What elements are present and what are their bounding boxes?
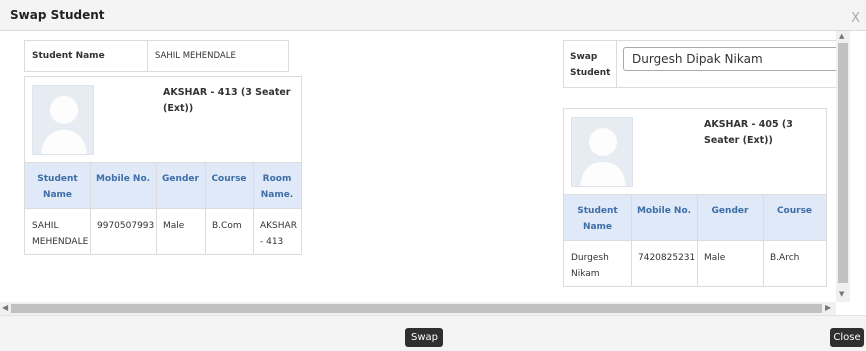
row-course: B.Arch — [770, 253, 800, 263]
room-title-cont: (Ext)) — [163, 103, 194, 114]
room-title-cont: Seater (Ext)) — [704, 135, 773, 146]
col-course: Course — [776, 206, 813, 216]
col-gender: Gender — [711, 206, 749, 216]
horizontal-scroll-thumb[interactable] — [11, 304, 822, 313]
row-name-2: Nikam — [571, 269, 600, 279]
student-name-label: Student Name — [32, 51, 105, 61]
col-student-name-2: Name — [42, 190, 73, 200]
horizontal-scrollbar[interactable]: ◀ ▶ — [0, 302, 836, 315]
col-student-name: Student — [37, 174, 78, 184]
scroll-down-icon[interactable]: ▼ — [839, 290, 844, 298]
swap-student-select[interactable]: Durgesh Dipak Nikam — [623, 47, 836, 71]
swap-student-dialog: Swap Student X Student Name SAHIL MEHEND… — [0, 0, 866, 351]
col-gender: Gender — [162, 174, 199, 184]
vertical-scrollbar[interactable]: ▲ ▼ — [836, 31, 850, 302]
col-student-name-2: Name — [582, 222, 613, 232]
row-mobile: 7420825231 — [638, 253, 696, 263]
scroll-up-icon[interactable]: ▲ — [839, 32, 844, 40]
room-title: AKSHAR - 405 (3 — [704, 119, 793, 130]
dialog-titlebar: Swap Student X — [0, 0, 866, 31]
row-gender: Male — [163, 221, 185, 231]
col-course: Course — [211, 174, 247, 184]
vertical-scroll-thumb[interactable] — [838, 43, 848, 283]
row-name-2: MEHENDALE — [32, 237, 89, 247]
row-room: AKSHAR — [260, 221, 297, 231]
col-mobile: Mobile No. — [636, 206, 692, 216]
col-mobile: Mobile No. — [95, 174, 151, 184]
dialog-content: Student Name SAHIL MEHENDALE AKSHAR - 41… — [0, 31, 836, 302]
row-course: B.Com — [212, 221, 242, 231]
row-room-2: - 413 — [260, 237, 284, 247]
student-name-value: SAHIL MEHENDALE — [155, 51, 236, 61]
dialog-title: Swap Student — [10, 8, 105, 22]
swap-student-label-2: Student — [570, 68, 611, 78]
swap-button[interactable]: Swap — [405, 328, 443, 347]
row-name: SAHIL — [32, 221, 59, 231]
user-avatar-icon — [571, 117, 633, 187]
col-room: Room — [262, 174, 292, 184]
row-mobile: 9970507993 — [97, 221, 155, 231]
current-room-card: AKSHAR - 413 (3 Seater (Ext)) Student Na… — [24, 76, 302, 255]
target-room-card: AKSHAR - 405 (3 Seater (Ext)) Student Na… — [563, 108, 827, 287]
scroll-right-icon[interactable]: ▶ — [825, 303, 831, 312]
student-name-box: Student Name SAHIL MEHENDALE — [24, 40, 289, 72]
swap-student-label: Swap — [570, 52, 598, 62]
user-avatar-icon — [32, 85, 94, 155]
scroll-left-icon[interactable]: ◀ — [2, 303, 8, 312]
close-button[interactable]: Close — [830, 328, 864, 347]
col-room-2: Name. — [260, 190, 294, 200]
room-title: AKSHAR - 413 (3 Seater — [163, 87, 291, 98]
row-name: Durgesh — [571, 253, 609, 263]
col-student-name: Student — [577, 206, 618, 216]
dialog-footer: Swap Close — [0, 315, 866, 351]
close-icon[interactable]: X — [851, 12, 860, 25]
row-gender: Male — [704, 253, 726, 263]
